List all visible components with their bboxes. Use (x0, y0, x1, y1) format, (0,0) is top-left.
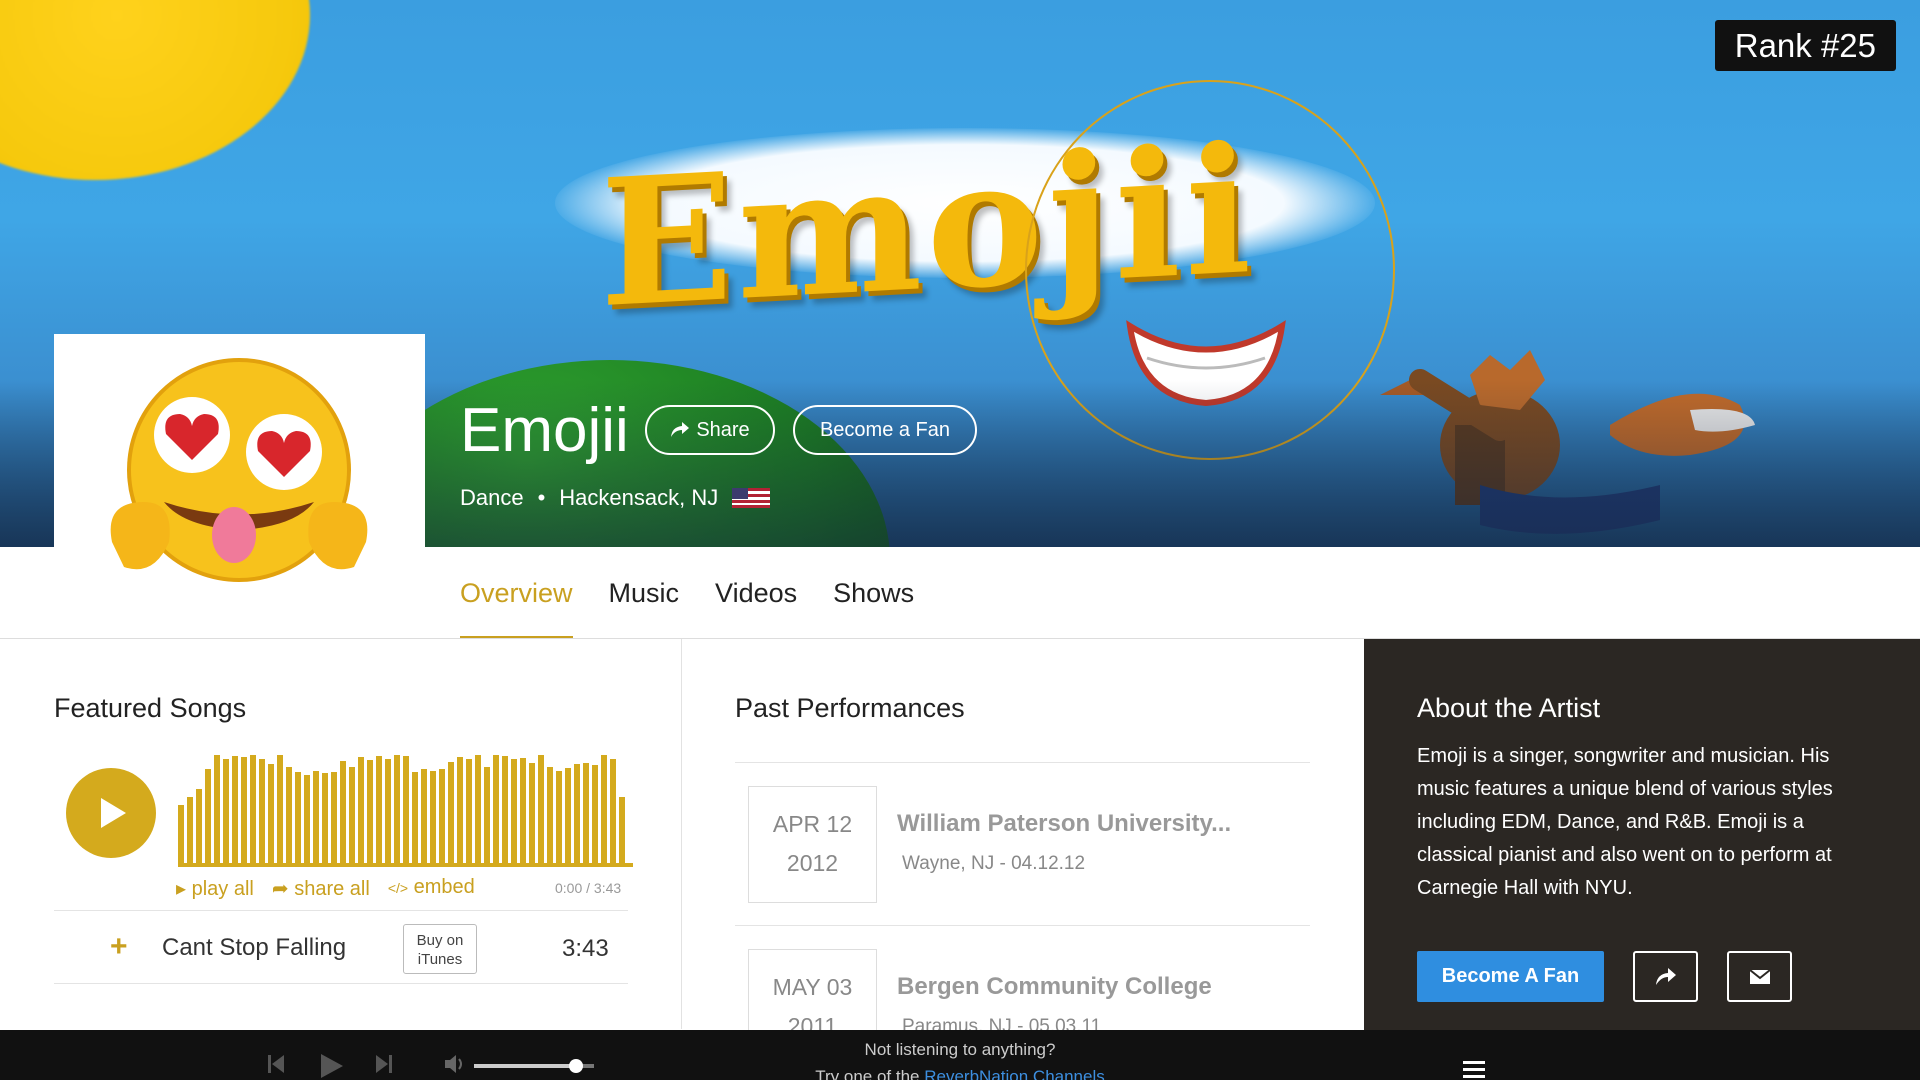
song-actions: ▸ play all ➦ share all </> embed (176, 876, 475, 901)
share-all-link[interactable]: ➦ share all (272, 876, 370, 901)
performance-venue[interactable]: Bergen Community College (897, 973, 1212, 1001)
email-button[interactable] (1727, 951, 1792, 1002)
performance-month-day: MAY 03 (772, 974, 853, 1000)
share-button[interactable]: Share (645, 405, 775, 455)
performance-divider (735, 925, 1310, 926)
next-track-icon[interactable] (374, 1053, 394, 1075)
about-text: Emoji is a singer, songwriter and musici… (1417, 745, 1833, 899)
player-suggestion: Try one of the ReverbNation Channels (0, 1067, 1920, 1080)
us-flag-icon (732, 488, 771, 508)
player-bar: Not listening to anything? Try one of th… (0, 1030, 1920, 1080)
song-row-bottom-divider (54, 983, 628, 984)
play-all-link[interactable]: ▸ play all (176, 876, 254, 901)
performance-month-day: APR 12 (772, 811, 853, 837)
embed-link[interactable]: </> embed (388, 876, 475, 901)
artist-avatar (54, 334, 425, 612)
artist-genre: Dance (460, 485, 524, 510)
hamburger-icon[interactable] (1463, 1060, 1485, 1078)
performance-date-box: APR 12 2012 (748, 786, 877, 903)
code-icon: </> (387, 880, 409, 896)
song-duration: 3:43 (562, 935, 609, 962)
featured-songs-title: Featured Songs (54, 693, 247, 723)
song-row-top-divider (54, 910, 628, 911)
heart-eyes-emoji-icon (110, 358, 368, 582)
add-to-playlist-icon[interactable]: + (110, 930, 128, 964)
current-time: 0:00 (555, 880, 583, 896)
waveform[interactable] (178, 745, 633, 867)
artist-meta: Dance • Hackensack, NJ (460, 485, 771, 511)
share-all-label: share all (294, 878, 370, 900)
volume-knob[interactable] (569, 1059, 583, 1073)
sun-graphic (0, 0, 310, 180)
share-square-button[interactable] (1633, 951, 1698, 1002)
player-suggestion-prefix: Try one of the (815, 1067, 920, 1080)
artist-page: Emojii Emojii Share Become a Fan Dance •… (0, 0, 1920, 1080)
artist-name: Emojii (460, 396, 629, 465)
rank-badge: Rank #25 (1714, 20, 1896, 71)
past-performances-title: Past Performances (735, 693, 965, 723)
play-all-label: play all (191, 878, 254, 900)
about-title: About the Artist (1417, 693, 1601, 723)
song-title[interactable]: Cant Stop Falling (162, 934, 346, 962)
tab-shows[interactable]: Shows (833, 547, 914, 639)
become-fan-button[interactable]: Become a Fan (793, 405, 977, 455)
tab-overview[interactable]: Overview (460, 547, 573, 639)
reverbnation-channels-link[interactable]: ReverbNation Channels (924, 1067, 1105, 1080)
previous-track-icon[interactable] (266, 1053, 286, 1075)
player-play-icon[interactable] (318, 1053, 344, 1079)
player-status: Not listening to anything? (864, 1040, 1056, 1059)
play-button[interactable] (66, 768, 156, 858)
artist-location: Hackensack, NJ (559, 485, 719, 510)
play-icon (101, 798, 126, 828)
artist-tabs: Overview Music Videos Shows (460, 547, 914, 639)
track-time: 0:00 / 3:43 (555, 880, 621, 896)
envelope-icon (1748, 968, 1771, 984)
column-divider (681, 639, 682, 1029)
performance-divider (735, 762, 1310, 763)
performance-venue[interactable]: William Paterson University... (897, 810, 1231, 838)
buy-itunes-button[interactable]: Buy on iTunes (403, 924, 477, 974)
tab-videos[interactable]: Videos (715, 547, 797, 639)
volume-icon[interactable] (443, 1053, 467, 1075)
share-arrow-icon (1655, 967, 1676, 985)
tab-music[interactable]: Music (609, 547, 680, 639)
share-button-label: Share (696, 418, 750, 441)
embed-label: embed (413, 876, 475, 898)
meta-separator: • (537, 485, 546, 510)
become-a-fan-button[interactable]: Become A Fan (1417, 951, 1604, 1002)
buy-itunes-line2: iTunes (417, 951, 463, 968)
performance-location: Wayne, NJ - 04.12.12 (902, 853, 1086, 874)
performance-year: 2012 (786, 850, 839, 876)
buy-itunes-line1: Buy on (416, 932, 464, 949)
volume-fill (474, 1064, 576, 1068)
share-arrow-icon (671, 422, 690, 437)
total-time: / 3:43 (586, 880, 622, 896)
